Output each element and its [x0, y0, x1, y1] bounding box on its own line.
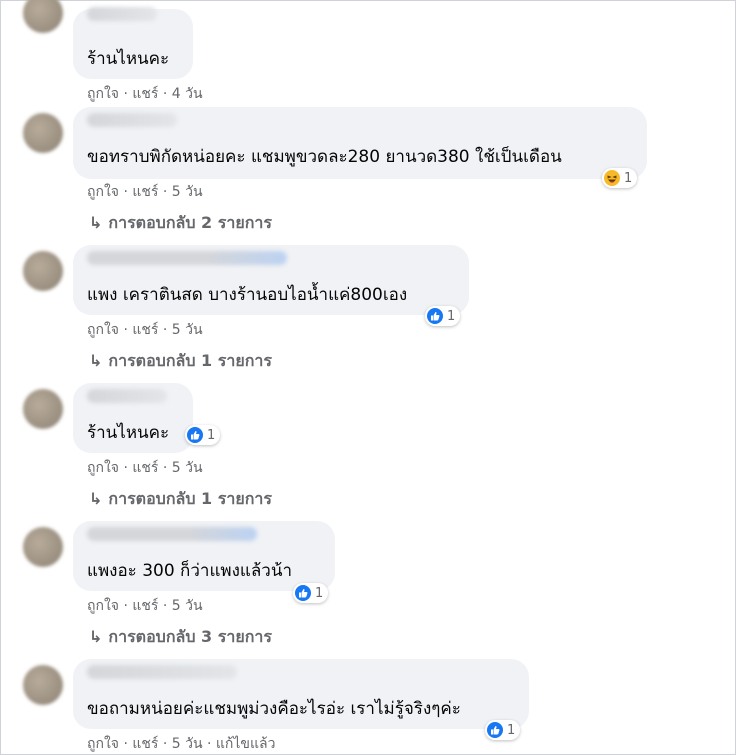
like-icon [295, 585, 311, 601]
reaction-number: 1 [507, 722, 516, 738]
reaction-count[interactable]: 1 [602, 168, 638, 188]
commenter-name[interactable] [87, 7, 157, 21]
reply-arrow-icon: ↳ [89, 489, 103, 508]
comment-bubble: ขอถามหน่อยค่ะแชมพูม่วงคือะไรอ่ะ เราไม่รู… [73, 659, 529, 729]
reaction-number: 1 [207, 427, 216, 443]
comment-bubble: แพงอะ 300 ก็ว่าแพงแล้วน้า [73, 521, 335, 591]
avatar[interactable] [23, 527, 63, 567]
reply-arrow-icon: ↳ [89, 351, 103, 370]
commenter-name[interactable] [87, 665, 237, 679]
commenter-name[interactable] [87, 113, 177, 127]
reaction-count[interactable]: 1 [485, 720, 521, 740]
comment-actions[interactable]: ถูกใจ · แชร์ · 5 วัน [87, 319, 203, 341]
reply-count-label: การตอบกลับ 1 รายการ [108, 351, 272, 370]
comment-text: ร้านไหนคะ [87, 49, 170, 69]
avatar[interactable] [23, 251, 63, 291]
reply-count-label: การตอบกลับ 2 รายการ [108, 213, 272, 232]
avatar[interactable] [23, 389, 63, 429]
comment-thread: ร้านไหนคะ ถูกใจ · แชร์ · 4 วัน ขอทราบพิก… [0, 0, 736, 755]
comment-actions[interactable]: ถูกใจ · แชร์ · 5 วัน [87, 457, 203, 479]
reply-count-label: การตอบกลับ 3 รายการ [108, 627, 272, 646]
reply-count-label: การตอบกลับ 1 รายการ [108, 489, 272, 508]
reply-arrow-icon: ↳ [89, 627, 103, 646]
comment-actions[interactable]: ถูกใจ · แชร์ · 5 วัน · แก้ไขแล้ว [87, 733, 275, 755]
comment-text: ขอทราบพิกัดหน่อยคะ แชมพูขวดละ280 ยานวด38… [87, 147, 562, 167]
comment-bubble: แพง เคราตินสด บางร้านอบไอน้ำแค่800เอง [73, 245, 469, 315]
haha-icon [604, 170, 620, 186]
reaction-number: 1 [447, 308, 456, 324]
avatar[interactable] [23, 665, 63, 705]
reaction-number: 1 [624, 170, 633, 186]
view-replies-link[interactable]: ↳ การตอบกลับ 2 รายการ [89, 211, 272, 236]
view-replies-link[interactable]: ↳ การตอบกลับ 1 รายการ [89, 487, 272, 512]
comment-bubble: ร้านไหนคะ [73, 7, 193, 79]
reaction-count[interactable]: 1 [185, 425, 221, 445]
like-icon [427, 308, 443, 324]
comment-actions[interactable]: ถูกใจ · แชร์ · 5 วัน [87, 181, 203, 203]
reaction-count[interactable]: 1 [293, 583, 329, 603]
comment-actions[interactable]: ถูกใจ · แชร์ · 4 วัน [87, 83, 203, 105]
reply-arrow-icon: ↳ [89, 213, 103, 232]
commenter-name[interactable] [87, 251, 287, 265]
view-replies-link[interactable]: ↳ การตอบกลับ 1 รายการ [89, 349, 272, 374]
comment-bubble: ขอทราบพิกัดหน่อยคะ แชมพูขวดละ280 ยานวด38… [73, 107, 647, 179]
avatar[interactable] [23, 113, 63, 153]
avatar[interactable] [23, 0, 63, 33]
like-icon [487, 722, 503, 738]
comment-text: แพง เคราตินสด บางร้านอบไอน้ำแค่800เอง [87, 285, 408, 305]
comment-bubble: ร้านไหนคะ [73, 383, 193, 453]
like-icon [187, 427, 203, 443]
comment-text: ร้านไหนคะ [87, 423, 170, 443]
reaction-number: 1 [315, 585, 324, 601]
reaction-count[interactable]: 1 [425, 306, 461, 326]
view-replies-link[interactable]: ↳ การตอบกลับ 3 รายการ [89, 625, 272, 650]
comment-text: แพงอะ 300 ก็ว่าแพงแล้วน้า [87, 561, 292, 581]
commenter-name[interactable] [87, 527, 257, 541]
commenter-name[interactable] [87, 389, 167, 403]
comment-actions[interactable]: ถูกใจ · แชร์ · 5 วัน [87, 595, 203, 617]
comment-text: ขอถามหน่อยค่ะแชมพูม่วงคือะไรอ่ะ เราไม่รู… [87, 699, 461, 719]
